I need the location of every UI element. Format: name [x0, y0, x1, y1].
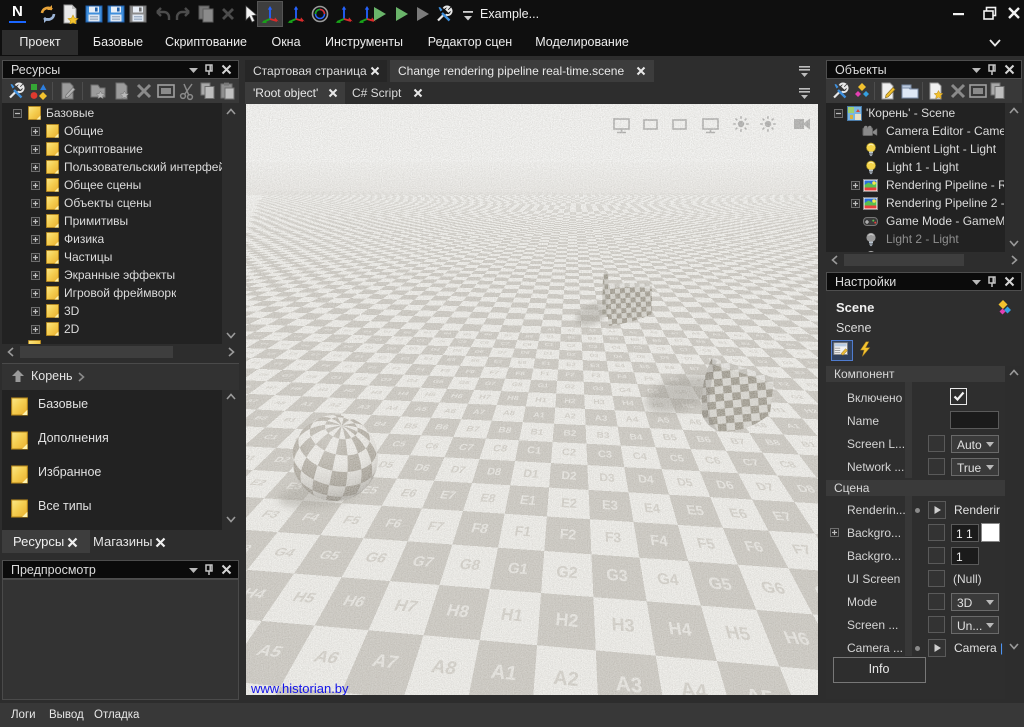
svg-text:www.historian.by: www.historian.by [250, 681, 349, 695]
